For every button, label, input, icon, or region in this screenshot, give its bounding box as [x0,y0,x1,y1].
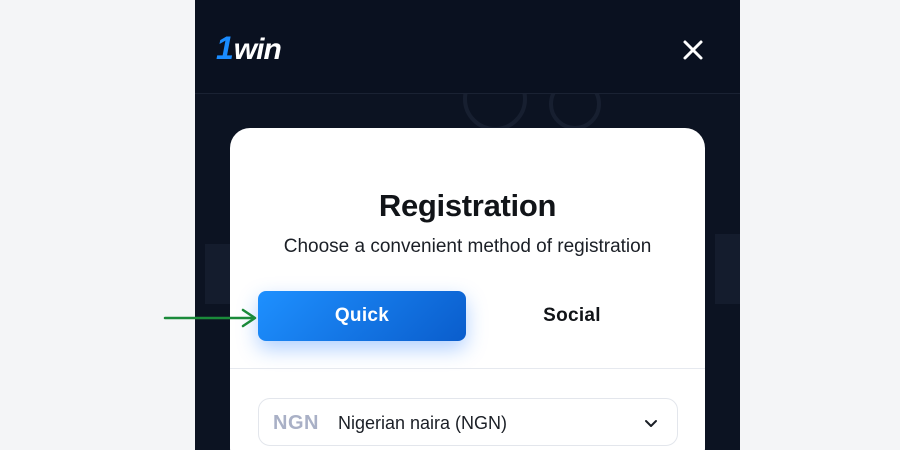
top-bar: 1 win [195,0,740,94]
logo-prefix: 1 [216,30,234,66]
close-icon [683,40,703,60]
logo-text: win [233,33,282,66]
tab-social[interactable]: Social [466,291,678,341]
currency-name: Nigerian naira (NGN) [338,413,508,433]
app-window: 1 win Registration Choose a convenient m… [195,0,740,450]
arrow-right-icon [163,308,257,328]
divider [230,368,705,369]
chevron-down-icon [645,420,657,427]
close-button[interactable] [679,36,707,64]
brand-logo[interactable]: 1 win [216,30,282,67]
currency-code: NGN [273,412,319,434]
registration-modal: Registration Choose a convenient method … [230,128,705,450]
modal-subtitle: Choose a convenient method of registrati… [283,236,652,257]
currency-select[interactable]: NGN Nigerian naira (NGN) [258,398,678,446]
modal-title: Registration [378,188,557,223]
tab-quick[interactable]: Quick [258,291,466,341]
